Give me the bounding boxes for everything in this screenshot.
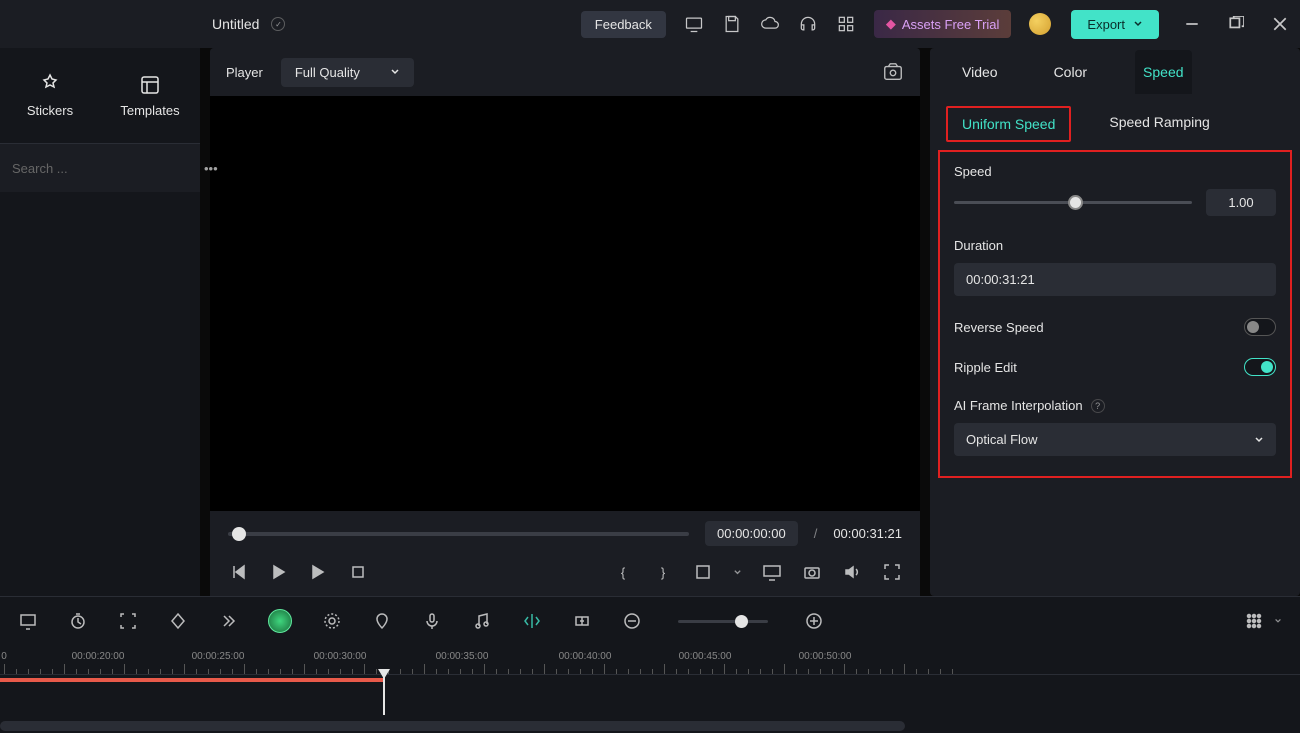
duration-input[interactable]: 00:00:31:21	[954, 263, 1276, 296]
preview-panel: Player Full Quality 00:00:00:00 / 00:00:…	[210, 48, 920, 596]
player-label: Player	[226, 65, 263, 80]
time-total: 00:00:31:21	[833, 526, 902, 541]
tl-expand-icon[interactable]	[218, 611, 238, 631]
next-frame-button[interactable]	[308, 562, 328, 582]
volume-icon[interactable]	[842, 562, 862, 582]
reverse-label: Reverse Speed	[954, 320, 1044, 335]
crop-icon[interactable]	[693, 562, 713, 582]
display-icon[interactable]	[684, 14, 704, 34]
fullscreen-icon[interactable]	[882, 562, 902, 582]
search-input[interactable]	[12, 161, 188, 176]
ripple-label: Ripple Edit	[954, 360, 1017, 375]
tl-effects-icon[interactable]	[322, 611, 342, 631]
feedback-button[interactable]: Feedback	[581, 11, 666, 38]
support-icon[interactable]	[798, 14, 818, 34]
gem-icon: ◆	[886, 16, 896, 32]
media-panel: Stickers Templates •••	[0, 48, 200, 596]
apps-icon[interactable]	[836, 14, 856, 34]
snapshot-icon[interactable]	[882, 61, 904, 83]
more-icon[interactable]: •••	[204, 158, 218, 178]
reverse-toggle[interactable]	[1244, 318, 1276, 336]
cloud-icon[interactable]	[760, 14, 780, 34]
prev-frame-button[interactable]	[228, 562, 248, 582]
tl-mic-icon[interactable]	[422, 611, 442, 631]
speed-label: Speed	[954, 164, 1276, 179]
speed-slider[interactable]	[954, 201, 1192, 204]
titlebar: Untitled ✓ Feedback ◆Assets Free Trial E…	[0, 0, 1300, 48]
camera-icon[interactable]	[802, 562, 822, 582]
scrub-slider[interactable]	[228, 532, 689, 536]
sub-tab-ramping[interactable]: Speed Ramping	[1095, 106, 1223, 142]
duration-label: Duration	[954, 238, 1276, 253]
tl-timer-icon[interactable]	[68, 611, 88, 631]
tl-zoom-out-icon[interactable]	[622, 611, 642, 631]
tl-screenshot-icon[interactable]	[18, 611, 38, 631]
tab-color[interactable]: Color	[1046, 50, 1095, 94]
properties-panel: Video Color Speed Uniform Speed Speed Ra…	[930, 48, 1300, 596]
timeline-scrollbar[interactable]	[0, 721, 905, 731]
tl-music-icon[interactable]	[472, 611, 492, 631]
clip[interactable]	[0, 678, 383, 682]
chevron-down-icon	[1254, 435, 1264, 445]
export-button[interactable]: Export	[1071, 10, 1159, 39]
templates-tab[interactable]: Templates	[100, 48, 200, 143]
playhead[interactable]	[383, 675, 385, 715]
tab-speed[interactable]: Speed	[1135, 50, 1191, 94]
tab-video[interactable]: Video	[954, 50, 1006, 94]
templates-icon	[138, 73, 162, 97]
tl-split-icon[interactable]	[522, 611, 542, 631]
project-title: Untitled	[212, 16, 259, 32]
output-display-icon[interactable]	[762, 562, 782, 582]
play-button[interactable]	[268, 562, 288, 582]
maximize-button[interactable]	[1228, 16, 1244, 32]
chevron-down-icon	[390, 67, 400, 77]
zoom-slider[interactable]	[678, 620, 768, 623]
mark-in-icon[interactable]: {	[613, 562, 633, 582]
trial-button[interactable]: ◆Assets Free Trial	[874, 10, 1012, 38]
help-icon[interactable]: ?	[1091, 399, 1105, 413]
sub-tab-uniform[interactable]: Uniform Speed	[946, 106, 1071, 142]
minimize-button[interactable]	[1184, 16, 1200, 32]
time-current: 00:00:00:00	[705, 521, 798, 546]
stop-button[interactable]	[348, 562, 368, 582]
tl-grid-icon[interactable]	[1244, 611, 1264, 631]
tl-avatar-icon[interactable]	[268, 609, 292, 633]
ripple-toggle[interactable]	[1244, 358, 1276, 376]
mark-out-icon[interactable]: }	[653, 562, 673, 582]
tl-focus-icon[interactable]	[118, 611, 138, 631]
theme-icon[interactable]	[1029, 13, 1051, 35]
stickers-tab[interactable]: Stickers	[0, 48, 100, 143]
timeline-track[interactable]	[0, 675, 1300, 715]
time-sep: /	[814, 526, 818, 541]
interp-label: AI Frame Interpolation	[954, 398, 1083, 413]
tl-marker-icon[interactable]	[372, 611, 392, 631]
chevron-down-icon	[1133, 19, 1143, 29]
timeline-ruler[interactable]: 0 00:00:20:00 00:00:25:00 00:00:30:00 00…	[0, 645, 1300, 675]
chevron-down-icon[interactable]	[1274, 617, 1282, 625]
chevron-down-icon[interactable]	[733, 568, 742, 577]
tl-insert-icon[interactable]	[572, 611, 592, 631]
tl-zoom-in-icon[interactable]	[804, 611, 824, 631]
sync-status-icon: ✓	[271, 17, 285, 31]
timeline: 0 00:00:20:00 00:00:25:00 00:00:30:00 00…	[0, 596, 1300, 733]
interp-select[interactable]: Optical Flow	[954, 423, 1276, 456]
close-button[interactable]	[1272, 16, 1288, 32]
quality-select[interactable]: Full Quality	[281, 58, 414, 87]
save-icon[interactable]	[722, 14, 742, 34]
video-preview[interactable]	[210, 96, 920, 511]
speed-value[interactable]: 1.00	[1206, 189, 1276, 216]
stickers-icon	[38, 73, 62, 97]
tl-keyframe-icon[interactable]	[168, 611, 188, 631]
